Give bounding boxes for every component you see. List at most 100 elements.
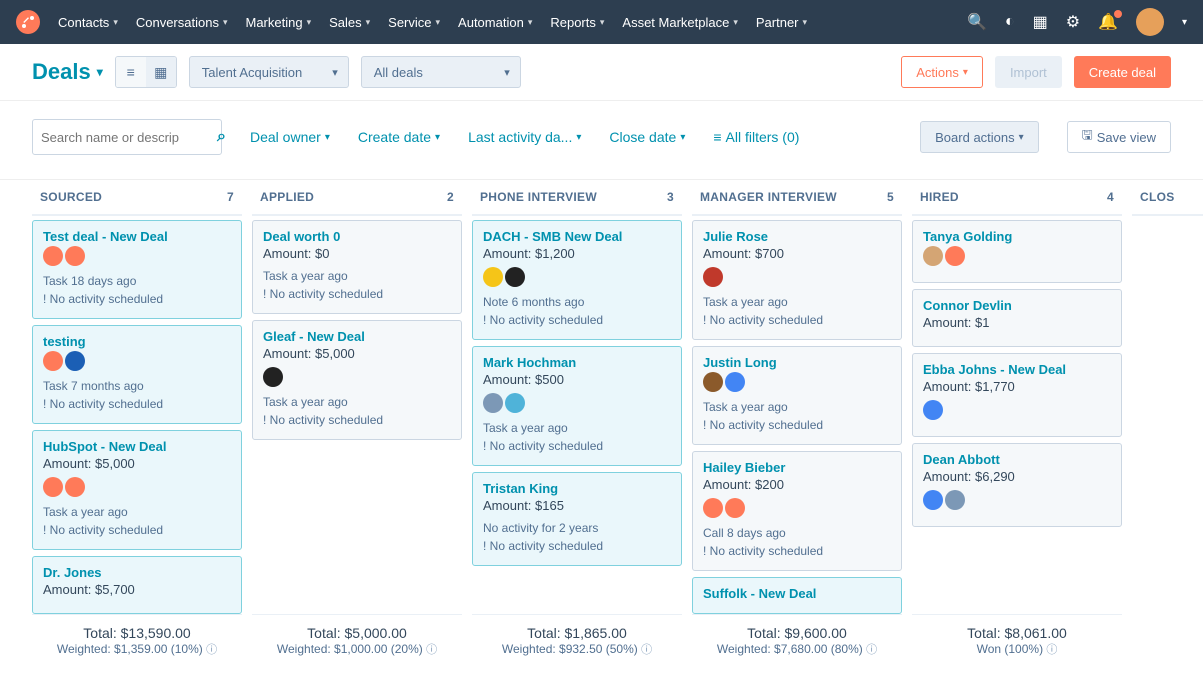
info-icon[interactable]: ⓘ: [206, 644, 217, 656]
nav-contacts[interactable]: Contacts▾: [58, 11, 118, 34]
info-icon[interactable]: ⓘ: [641, 644, 652, 656]
account-menu-chevron-icon[interactable]: ▾: [1182, 17, 1187, 28]
deal-associations: [923, 400, 1111, 420]
search-input[interactable]: [41, 130, 217, 145]
deal-card[interactable]: Hailey BieberAmount: $200Call 8 days ago…: [692, 451, 902, 571]
deal-card[interactable]: Ebba Johns - New DealAmount: $1,770: [912, 353, 1122, 437]
deal-title: Hailey Bieber: [703, 460, 891, 475]
column-body: Deal worth 0Amount: $0Task a year agoNo …: [252, 216, 462, 614]
deal-associations: [703, 498, 891, 518]
board-view-button[interactable]: ▦: [146, 57, 176, 87]
page-title-dropdown[interactable]: Deals▾: [32, 59, 103, 85]
deal-title: Suffolk - New Deal: [703, 586, 891, 601]
deal-meta: No activity for 2 yearsNo activity sched…: [483, 519, 671, 555]
nav-asset-marketplace[interactable]: Asset Marketplace▾: [622, 11, 737, 34]
deal-title: Dean Abbott: [923, 452, 1111, 467]
deal-card[interactable]: Test deal - New DealTask 18 days agoNo a…: [32, 220, 242, 319]
marketplace-icon[interactable]: ▦: [1033, 12, 1048, 32]
column-applied: Applied2Deal worth 0Amount: $0Task a yea…: [252, 180, 462, 667]
deal-card[interactable]: Dr. JonesAmount: $5,700: [32, 556, 242, 614]
association-icon: [725, 498, 745, 518]
info-icon[interactable]: ⓘ: [1046, 644, 1057, 656]
column-total: Total: $5,000.00: [252, 625, 462, 641]
column-footer: Total: $13,590.00Weighted: $1,359.00 (10…: [32, 614, 242, 667]
search-icon[interactable]: 🔍: [967, 12, 987, 32]
deal-card[interactable]: Suffolk - New Deal: [692, 577, 902, 614]
upgrade-icon[interactable]: ◐: [1005, 13, 1015, 31]
deal-amount: Amount: $1,200: [483, 246, 671, 261]
deal-card[interactable]: Deal worth 0Amount: $0Task a year agoNo …: [252, 220, 462, 314]
deal-card[interactable]: testingTask 7 months agoNo activity sche…: [32, 325, 242, 424]
board-actions-button[interactable]: Board actions ▾: [920, 121, 1039, 153]
hubspot-logo-icon[interactable]: [16, 10, 40, 34]
column-weighted: Weighted: $7,680.00 (80%) ⓘ: [692, 641, 902, 657]
chevron-down-icon: ▾: [97, 65, 103, 79]
nav-marketing[interactable]: Marketing▾: [245, 11, 311, 34]
import-button[interactable]: Import: [995, 56, 1062, 88]
deal-meta: Task a year agoNo activity scheduled: [483, 419, 671, 455]
create-deal-button[interactable]: Create deal: [1074, 56, 1171, 88]
deal-card[interactable]: Julie RoseAmount: $700Task a year agoNo …: [692, 220, 902, 340]
notifications-icon[interactable]: 🔔: [1098, 12, 1118, 32]
deal-title: Justin Long: [703, 355, 891, 370]
deal-amount: Amount: $5,700: [43, 582, 231, 597]
nav-conversations[interactable]: Conversations▾: [136, 11, 228, 34]
deal-meta: Task a year agoNo activity scheduled: [43, 503, 231, 539]
column-header: Manager Interview5: [692, 180, 902, 216]
list-view-button[interactable]: ≡: [116, 57, 146, 87]
deal-title: Connor Devlin: [923, 298, 1111, 313]
pipeline-select[interactable]: Talent Acquisition: [189, 56, 349, 88]
deal-card[interactable]: DACH - SMB New DealAmount: $1,200Note 6 …: [472, 220, 682, 340]
deal-card[interactable]: Dean AbbottAmount: $6,290: [912, 443, 1122, 527]
association-icon: [263, 367, 283, 387]
column-weighted: Weighted: $1,000.00 (20%) ⓘ: [252, 641, 462, 657]
deal-meta: Task 18 days agoNo activity scheduled: [43, 272, 231, 308]
association-icon: [725, 372, 745, 392]
info-icon[interactable]: ⓘ: [866, 644, 877, 656]
deal-card[interactable]: Gleaf - New DealAmount: $5,000Task a yea…: [252, 320, 462, 440]
nav-partner[interactable]: Partner▾: [756, 11, 807, 34]
filter-deal-owner[interactable]: Deal owner▾: [250, 129, 330, 145]
deal-card[interactable]: Connor DevlinAmount: $1: [912, 289, 1122, 347]
nav-service[interactable]: Service▾: [388, 11, 440, 34]
all-filters-link[interactable]: ≡ All filters (0): [713, 129, 799, 145]
sub-header: Deals▾ ≡ ▦ Talent Acquisition All deals …: [0, 44, 1203, 101]
info-icon[interactable]: ⓘ: [426, 644, 437, 656]
deal-card[interactable]: Justin LongTask a year agoNo activity sc…: [692, 346, 902, 445]
user-avatar[interactable]: [1136, 8, 1164, 36]
deal-associations: [703, 267, 891, 287]
association-icon: [505, 267, 525, 287]
save-view-button[interactable]: 🖫 Save view: [1067, 121, 1171, 153]
deal-title: HubSpot - New Deal: [43, 439, 231, 454]
deal-card[interactable]: Tristan KingAmount: $165No activity for …: [472, 472, 682, 566]
nav-reports[interactable]: Reports▾: [550, 11, 604, 34]
deal-card[interactable]: HubSpot - New DealAmount: $5,000Task a y…: [32, 430, 242, 550]
search-input-wrap: ⌕: [32, 119, 222, 155]
column-total: Total: $13,590.00: [32, 625, 242, 641]
column-header: Hired4: [912, 180, 1122, 216]
search-icon[interactable]: ⌕: [217, 128, 226, 146]
deal-title: Tristan King: [483, 481, 671, 496]
association-icon: [923, 490, 943, 510]
deal-associations: [43, 351, 231, 371]
filter-close-date[interactable]: Close date▾: [609, 129, 685, 145]
column-footer: Total: $8,061.00Won (100%) ⓘ: [912, 614, 1122, 667]
scope-select[interactable]: All deals: [361, 56, 521, 88]
deal-card[interactable]: Tanya Golding: [912, 220, 1122, 283]
filter-create-date[interactable]: Create date▾: [358, 129, 440, 145]
nav-sales[interactable]: Sales▾: [329, 11, 370, 34]
association-icon: [65, 351, 85, 371]
association-icon: [483, 267, 503, 287]
column-total: Total: $1,865.00: [472, 625, 682, 641]
deal-title: testing: [43, 334, 231, 349]
deal-meta: Task a year agoNo activity scheduled: [263, 267, 451, 303]
deal-title: Gleaf - New Deal: [263, 329, 451, 344]
actions-button[interactable]: Actions ▾: [901, 56, 983, 88]
nav-automation[interactable]: Automation▾: [458, 11, 532, 34]
deal-amount: Amount: $700: [703, 246, 891, 261]
settings-icon[interactable]: ⚙: [1066, 12, 1080, 32]
filter-last-activity-da-[interactable]: Last activity da...▾: [468, 129, 581, 145]
deal-title: Julie Rose: [703, 229, 891, 244]
deal-card[interactable]: Mark HochmanAmount: $500Task a year agoN…: [472, 346, 682, 466]
deal-associations: [263, 367, 451, 387]
